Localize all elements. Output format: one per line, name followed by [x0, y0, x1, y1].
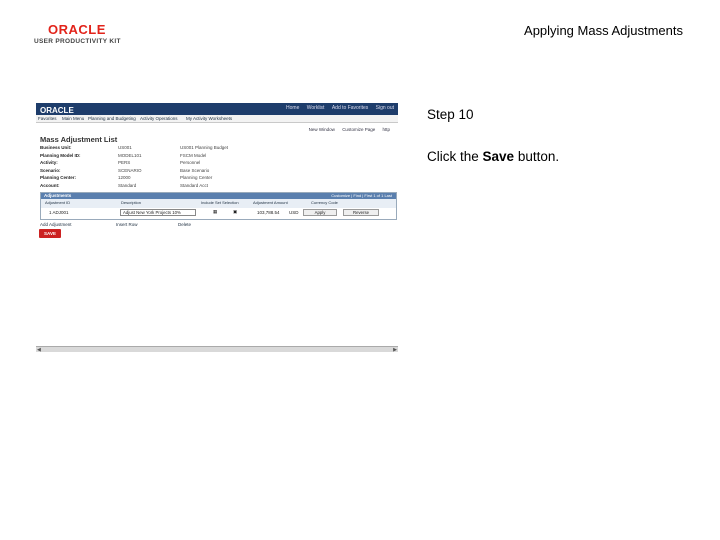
app-menu-bar: Favorites Main Menu Planning and Budgeti…	[36, 115, 398, 123]
horizontal-scrollbar[interactable]: ◀ ▶	[36, 346, 398, 353]
lookup-icon[interactable]: ▣	[233, 209, 237, 215]
column-header-adjustment-id: Adjustment ID	[45, 200, 71, 205]
adjustment-id-cell[interactable]: 1 ADJ001	[49, 210, 69, 215]
step-number: Step 10	[427, 107, 474, 122]
scroll-left-icon[interactable]: ◀	[37, 347, 41, 353]
include-set-icon[interactable]: ▦	[213, 209, 217, 215]
adjustments-grid: Adjustments Customize | Find | First 1 o…	[40, 192, 397, 220]
instruction-text: Click the	[427, 149, 483, 164]
add-adjustment-link[interactable]: Add Adjustment	[40, 222, 72, 227]
menu-item-planning-budgeting[interactable]: Planning and Budgeting	[88, 116, 136, 121]
document-title: Applying Mass Adjustments	[524, 23, 683, 38]
top-link-add-favorites[interactable]: Add to Favorites	[332, 105, 368, 111]
menu-item-main-menu[interactable]: Main Menu	[62, 116, 84, 121]
field-row: Business Unit: US001 US001 Planning Budg…	[40, 145, 280, 153]
page-links: New Window Customize Page http	[303, 127, 390, 132]
field-label: Business Unit:	[40, 145, 72, 150]
field-value: US001	[118, 145, 132, 150]
column-header-include-set: Include Set Selection	[201, 200, 239, 205]
field-label: Planning Center:	[40, 175, 77, 180]
field-label: Account:	[40, 182, 60, 188]
currency-cell: USD	[289, 210, 299, 215]
instruction-emphasis: Save	[482, 149, 515, 164]
field-label: Scenario:	[40, 167, 61, 173]
grid-column-headers: Adjustment ID Description Include Set Se…	[41, 199, 396, 208]
field-row: Planning Center: 12000 Planning Center	[40, 175, 280, 183]
menu-item-activity-operations[interactable]: Activity Operations	[140, 116, 178, 121]
column-header-currency: Currency Code	[311, 200, 338, 205]
field-description: Planning Center	[180, 175, 213, 180]
field-row: Scenario: SCENARIO Base Scenario	[40, 168, 280, 176]
top-link-home[interactable]: Home	[286, 105, 299, 111]
field-value: 12000	[118, 175, 131, 180]
delete-link[interactable]: Delete	[178, 222, 191, 227]
save-button[interactable]: SAVE	[39, 229, 61, 238]
http-link[interactable]: http	[382, 127, 390, 132]
scroll-right-icon[interactable]: ▶	[393, 347, 397, 353]
table-row: 1 ADJ001 Adjust New York Projects 10% ▦ …	[41, 208, 396, 219]
amount-cell: 103,788.54	[257, 210, 280, 215]
field-row: Account: Standard Standard Acct	[40, 183, 280, 191]
app-top-bar: ORACLE Home Worklist Add to Favorites Si…	[36, 103, 398, 115]
field-description: Standard Acct	[180, 182, 209, 188]
top-links: Home Worklist Add to Favorites Sign out	[280, 105, 394, 111]
step-instruction: Click the Save button.	[427, 149, 559, 164]
column-header-description: Description	[121, 200, 142, 205]
menu-item-activity-worksheets[interactable]: My Activity Worksheets	[186, 116, 232, 121]
app-brand: ORACLE	[40, 106, 74, 115]
page-title: Mass Adjustment List	[40, 135, 118, 144]
menu-item-favorites[interactable]: Favorites	[38, 116, 57, 121]
apply-button[interactable]: Apply	[303, 209, 337, 216]
header-fields: Business Unit: US001 US001 Planning Budg…	[40, 145, 280, 190]
field-description: US001 Planning Budget	[180, 145, 229, 150]
oracle-upk-logo: ORACLE USER PRODUCTIVITY KIT	[32, 22, 128, 48]
column-header-amount: Adjustment Amount	[253, 200, 288, 205]
field-description: Personnel	[180, 160, 201, 165]
description-input[interactable]: Adjust New York Projects 10%	[120, 209, 196, 216]
field-description: FSCM Model	[180, 152, 207, 158]
field-label: Activity:	[40, 160, 58, 165]
field-label: Planning Model ID:	[40, 152, 81, 158]
grid-navigation[interactable]: Customize | Find | First 1 of 1 Last	[331, 193, 392, 198]
field-value: MODEL101	[118, 152, 142, 158]
field-value: PERS	[118, 160, 131, 165]
field-row: Planning Model ID: MODEL101 FSCM Model	[40, 153, 280, 161]
field-value: Standard	[118, 182, 137, 188]
application-screenshot: ORACLE Home Worklist Add to Favorites Si…	[36, 103, 398, 353]
oracle-logo-text: ORACLE	[48, 22, 106, 37]
insert-row-link[interactable]: Insert Row	[116, 222, 138, 227]
reverse-button[interactable]: Reverse	[343, 209, 379, 216]
new-window-link[interactable]: New Window	[309, 127, 335, 132]
instruction-text-end: button.	[514, 149, 560, 164]
field-row: Activity: PERS Personnel	[40, 160, 280, 168]
top-link-worklist[interactable]: Worklist	[307, 105, 325, 111]
field-description: Base Scenario	[180, 167, 210, 173]
grid-title: Adjustments	[44, 193, 72, 198]
customize-page-link[interactable]: Customize Page	[342, 127, 375, 132]
upk-logo-subtitle: USER PRODUCTIVITY KIT	[34, 38, 121, 45]
top-link-sign-out[interactable]: Sign out	[376, 105, 394, 111]
field-value: SCENARIO	[118, 167, 142, 173]
